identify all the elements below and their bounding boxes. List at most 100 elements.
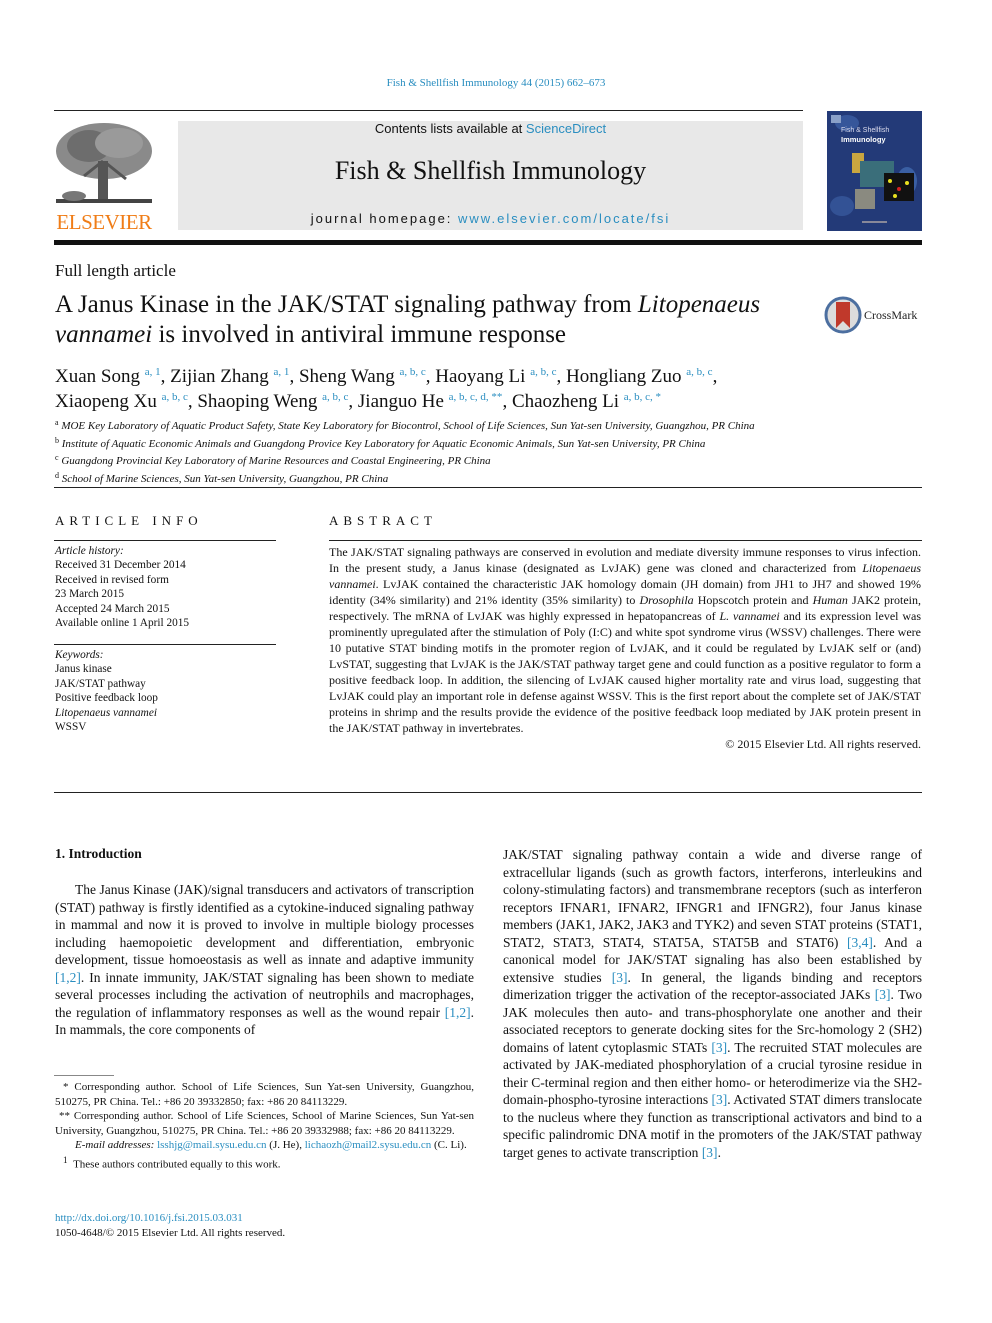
- email-owner-he: (J. He),: [266, 1139, 305, 1152]
- footnote-equal-text: These authors contributed equally to thi…: [73, 1158, 281, 1171]
- title-bottom-rule: [54, 487, 922, 488]
- history-item: Available online 1 April 2015: [55, 617, 190, 630]
- title-text-end: is involved in antiviral immune response: [152, 321, 567, 348]
- author-separator: ,: [556, 366, 566, 387]
- elsevier-logo[interactable]: ELSEVIER: [54, 121, 154, 234]
- author-name[interactable]: Xuan Song: [55, 366, 140, 387]
- affiliation-item: a MOE Key Laboratory of Aquatic Product …: [55, 416, 835, 434]
- author-name[interactable]: Jianguo He: [358, 391, 444, 412]
- contents-label: Contents lists available at: [374, 121, 526, 136]
- title-text: A Janus Kinase in the JAK/STAT signaling…: [55, 291, 638, 318]
- affiliation-list: a MOE Key Laboratory of Aquatic Product …: [55, 416, 835, 486]
- abstract-body: The JAK/STAT signaling pathways are cons…: [329, 544, 921, 752]
- author-affiliation-marks[interactable]: a, b, c: [686, 366, 712, 378]
- affiliation-text: School of Marine Sciences, Sun Yat-sen U…: [61, 472, 389, 485]
- keywords: Keywords: Janus kinase JAK/STAT pathway Pos…: [55, 648, 277, 734]
- keyword-item: Litopenaeus vannamei: [55, 706, 157, 719]
- history-item: Received in revised form: [55, 573, 169, 586]
- author-name[interactable]: Haoyang Li: [435, 366, 525, 387]
- email-owner-li: (C. Li).: [431, 1139, 467, 1152]
- author-affiliation-marks[interactable]: a, b, c, d, **: [449, 391, 503, 403]
- author-separator: ,: [502, 391, 512, 412]
- keywords-label: Keywords:: [55, 649, 104, 661]
- crossmark-icon: [824, 296, 862, 334]
- article-title: A Janus Kinase in the JAK/STAT signaling…: [55, 290, 815, 350]
- crossmark-button[interactable]: CrossMark: [824, 296, 924, 336]
- abstract-copyright: © 2015 Elsevier Ltd. All rights reserved…: [725, 737, 921, 751]
- section-heading-introduction: 1. Introduction: [55, 846, 142, 861]
- keywords-rule: [54, 644, 276, 645]
- reference-link[interactable]: [3]: [875, 987, 891, 1002]
- italic-term: Human: [812, 593, 848, 607]
- intro-column-2: JAK/STAT signaling pathway contain a wid…: [503, 846, 922, 1161]
- author-separator: ,: [187, 391, 198, 412]
- abstract-rule: [329, 540, 922, 541]
- author-name[interactable]: Chaozheng Li: [512, 391, 619, 412]
- article-info-heading: ARTICLE INFO: [55, 513, 203, 528]
- article-history: Article history: Received 31 December 201…: [55, 544, 277, 630]
- reference-link[interactable]: [1,2]: [55, 970, 81, 985]
- affiliation-key: b: [55, 435, 59, 445]
- author-separator: ,: [348, 391, 358, 412]
- doi-link[interactable]: http://dx.doi.org/10.1016/j.fsi.2015.03.…: [55, 1211, 285, 1226]
- doi-block: http://dx.doi.org/10.1016/j.fsi.2015.03.…: [55, 1211, 285, 1241]
- journal-cover-image[interactable]: Fish & Shellfish Immunology: [827, 111, 922, 231]
- author-affiliation-marks[interactable]: a, b, c: [322, 391, 348, 403]
- reference-link[interactable]: [3,4]: [847, 935, 873, 950]
- article-info-rule: [54, 540, 276, 541]
- footnote-equal-contribution: 1 These authors contributed equally to t…: [55, 1153, 474, 1172]
- journal-title: Fish & Shellfish Immunology: [334, 156, 647, 185]
- affiliation-item: d School of Marine Sciences, Sun Yat-sen…: [55, 469, 835, 487]
- contents-line: Contents lists available at ScienceDirec…: [178, 121, 803, 136]
- author-name[interactable]: Hongliang Zuo: [566, 366, 682, 387]
- abstract-heading: ABSTRACT: [329, 513, 437, 528]
- italic-term: Drosophila: [639, 593, 694, 607]
- affiliation-item: c Guangdong Provincial Key Laboratory of…: [55, 451, 835, 469]
- author-affiliation-marks[interactable]: a, b, c, *: [624, 391, 661, 403]
- footnote-emails: E-mail addresses: lsshjg@mail.sysu.edu.c…: [55, 1138, 474, 1153]
- paragraph-text: . In innate immunity, JAK/STAT signaling…: [55, 969, 474, 1020]
- keyword-item: Positive feedback loop: [55, 692, 158, 705]
- keyword-item: WSSV: [55, 721, 87, 734]
- history-item: 23 March 2015: [55, 588, 125, 601]
- author-list: Xuan Song a, 1, Zijian Zhang a, 1, Sheng…: [55, 362, 815, 412]
- affiliation-key: c: [55, 453, 59, 462]
- author-affiliation-marks[interactable]: a, 1: [145, 366, 161, 378]
- reference-link[interactable]: [3]: [702, 1145, 718, 1160]
- reference-link[interactable]: [3]: [612, 970, 628, 985]
- reference-link[interactable]: [1,2]: [445, 1005, 471, 1020]
- author-name[interactable]: Zijian Zhang: [170, 366, 269, 387]
- email-link-li[interactable]: lichaozh@mail2.sysu.edu.cn: [305, 1139, 432, 1151]
- author-name[interactable]: Xiaopeng Xu: [55, 391, 157, 412]
- author-affiliation-marks[interactable]: a, b, c: [162, 391, 188, 403]
- history-item: Received 31 December 2014: [55, 559, 186, 572]
- intro-column-1: The Janus Kinase (JAK)/signal transducer…: [55, 881, 474, 1039]
- author-separator: ,: [425, 366, 436, 387]
- italic-term: L. vannamei: [719, 609, 780, 623]
- sciencedirect-link[interactable]: ScienceDirect: [526, 121, 606, 136]
- author-affiliation-marks[interactable]: a, b, c: [530, 366, 556, 378]
- email-label: E-mail addresses:: [75, 1139, 155, 1152]
- author-separator: ,: [289, 366, 299, 387]
- crossmark-label: CrossMark: [864, 308, 918, 322]
- reference-link[interactable]: [3]: [711, 1040, 727, 1055]
- author-name[interactable]: Shaoping Weng: [197, 391, 317, 412]
- reference-link[interactable]: [3]: [711, 1092, 727, 1107]
- affiliation-item: b Institute of Aquatic Economic Animals …: [55, 434, 835, 452]
- affiliation-key: a: [55, 418, 59, 427]
- affiliation-text: Guangdong Provincial Key Laboratory of M…: [61, 455, 491, 467]
- affiliation-key: d: [55, 470, 59, 480]
- homepage-link[interactable]: www.elsevier.com/locate/fsi: [458, 211, 670, 226]
- footnote-corresponding-1: * Corresponding author. School of Life S…: [55, 1081, 474, 1108]
- elsevier-wordmark: ELSEVIER: [56, 210, 152, 234]
- author-affiliation-marks[interactable]: a, 1: [274, 366, 290, 378]
- keyword-item: Janus kinase: [55, 663, 112, 676]
- email-link-he[interactable]: lsshjg@mail.sysu.edu.cn: [157, 1139, 266, 1151]
- author-name[interactable]: Sheng Wang: [299, 366, 395, 387]
- author-affiliation-marks[interactable]: a, b, c: [399, 366, 425, 378]
- affiliation-text: MOE Key Laboratory of Aquatic Product Sa…: [61, 420, 755, 432]
- homepage-line: journal homepage: www.elsevier.com/locat…: [178, 211, 803, 226]
- journal-citation[interactable]: Fish & Shellfish Immunology 44 (2015) 66…: [0, 77, 992, 89]
- cover-title-line2: Immunology: [841, 135, 886, 144]
- author-separator: ,: [712, 366, 718, 387]
